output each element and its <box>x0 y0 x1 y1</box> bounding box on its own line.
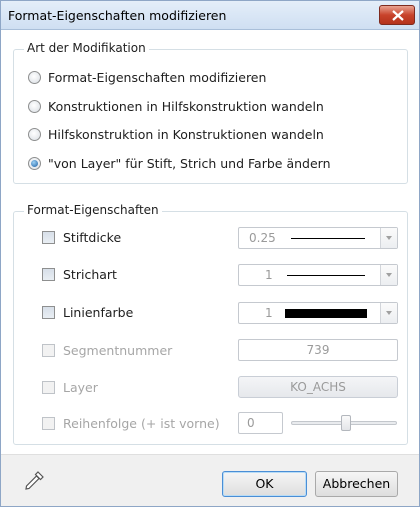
radio-label: Hilfskonstruktion in Konstruktionen wand… <box>48 126 324 142</box>
radio-button-selected[interactable] <box>28 156 41 170</box>
stiftdicke-row[interactable]: Stiftdicke <box>42 228 121 246</box>
chevron-down-icon[interactable] <box>380 228 397 248</box>
strichart-value: 1 <box>265 268 273 282</box>
linienfarbe-value: 1 <box>265 306 273 320</box>
radio-button[interactable] <box>28 99 41 113</box>
linienfarbe-checkbox[interactable] <box>42 305 55 319</box>
reihenfolge-field[interactable]: 0 <box>238 412 283 434</box>
close-icon <box>392 10 404 21</box>
segmentnummer-checkbox[interactable] <box>42 343 55 357</box>
linienfarbe-combo[interactable]: 1 <box>238 302 398 324</box>
linienfarbe-row[interactable]: Linienfarbe <box>42 303 133 321</box>
reihenfolge-row: Reihenfolge (+ ist vorne) <box>42 414 220 432</box>
stiftdicke-combo[interactable]: 0.25 <box>238 227 398 249</box>
dialog-window: Format-Eigenschaften modifizieren Art de… <box>0 0 420 507</box>
stiftdicke-value: 0.25 <box>249 231 276 245</box>
strichart-combo[interactable]: 1 <box>238 264 398 286</box>
radio-label: Format-Eigenschaften modifizieren <box>48 69 267 85</box>
line-style-preview <box>287 275 365 276</box>
strichart-checkbox[interactable] <box>42 267 55 281</box>
segmentnummer-row: Segmentnummer <box>42 341 172 359</box>
ok-button[interactable]: OK <box>222 471 307 497</box>
chevron-down-icon[interactable] <box>380 303 397 323</box>
pen-line-preview <box>291 238 365 239</box>
reihenfolge-checkbox[interactable] <box>42 416 55 430</box>
properties-legend: Format-Eigenschaften <box>24 203 162 217</box>
segmentnummer-field[interactable]: 739 <box>238 339 398 361</box>
close-button[interactable] <box>379 5 415 25</box>
modification-legend: Art der Modifikation <box>24 41 149 55</box>
pipette-icon[interactable] <box>23 470 45 495</box>
layer-label: Layer <box>63 379 98 395</box>
stiftdicke-checkbox[interactable] <box>42 230 55 244</box>
layer-button[interactable]: KO_ACHS <box>238 376 398 398</box>
layer-checkbox[interactable] <box>42 380 55 394</box>
chevron-down-icon[interactable] <box>380 265 397 285</box>
reihenfolge-slider-thumb[interactable] <box>341 415 351 431</box>
radio-format-modify[interactable]: Format-Eigenschaften modifizieren <box>28 68 266 86</box>
radio-from-helper[interactable]: Hilfskonstruktion in Konstruktionen wand… <box>28 125 324 143</box>
window-title: Format-Eigenschaften modifizieren <box>8 8 227 23</box>
strichart-row[interactable]: Strichart <box>42 265 117 283</box>
linienfarbe-label: Linienfarbe <box>63 304 134 320</box>
radio-button[interactable] <box>28 70 41 84</box>
radio-button[interactable] <box>28 127 41 141</box>
layer-row: Layer <box>42 378 98 396</box>
cancel-button[interactable]: Abbrechen <box>315 471 398 497</box>
radio-label: "von Layer" für Stift, Strich und Farbe … <box>48 155 331 171</box>
radio-from-layer[interactable]: "von Layer" für Stift, Strich und Farbe … <box>28 154 331 172</box>
title-bar[interactable]: Format-Eigenschaften modifizieren <box>1 1 419 30</box>
strichart-label: Strichart <box>63 266 117 282</box>
stiftdicke-label: Stiftdicke <box>63 229 122 245</box>
reihenfolge-label: Reihenfolge (+ ist vorne) <box>63 415 220 431</box>
radio-label: Konstruktionen in Hilfskonstruktion wand… <box>48 98 324 114</box>
dialog-footer: OK Abbrechen <box>1 454 419 506</box>
radio-to-helper[interactable]: Konstruktionen in Hilfskonstruktion wand… <box>28 97 324 115</box>
segmentnummer-label: Segmentnummer <box>63 342 173 358</box>
color-swatch <box>285 309 367 318</box>
